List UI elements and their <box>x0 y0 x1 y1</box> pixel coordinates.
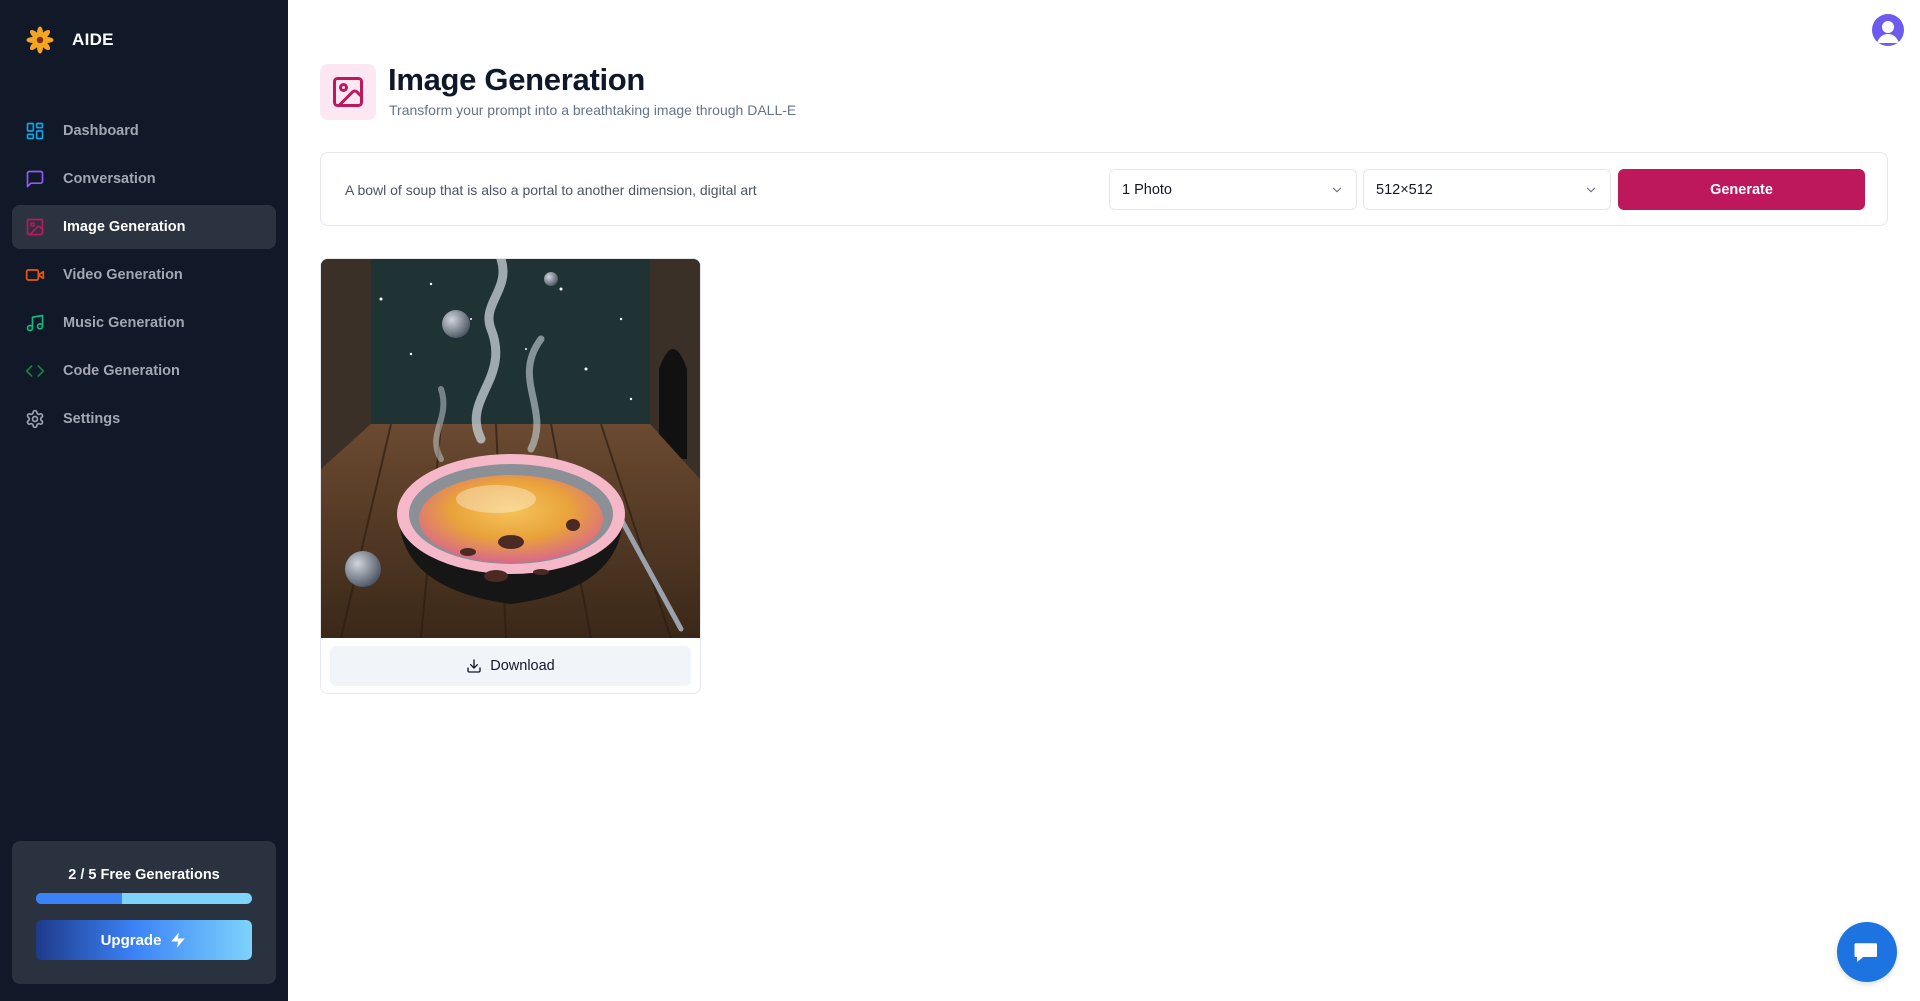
image-icon <box>333 77 363 107</box>
sidebar: AIDE Dashboard Conversation Image Genera… <box>0 0 288 1001</box>
resolution-select[interactable]: 512×512 <box>1363 169 1611 210</box>
sidebar-item-settings[interactable]: Settings <box>12 397 276 441</box>
support-chat-button[interactable] <box>1837 922 1897 982</box>
sidebar-item-label: Conversation <box>63 171 156 187</box>
generated-image[interactable] <box>321 259 700 638</box>
page-title: Image Generation <box>388 62 646 97</box>
amount-select[interactable]: 1 Photo <box>1109 169 1357 210</box>
sidebar-item-label: Settings <box>63 411 121 427</box>
download-button[interactable]: Download <box>330 646 691 686</box>
user-avatar-icon <box>1877 21 1899 43</box>
sidebar-item-conversation[interactable]: Conversation <box>12 157 276 201</box>
video-icon <box>25 269 45 281</box>
generate-button[interactable]: Generate <box>1618 169 1865 210</box>
sidebar-item-label: Dashboard <box>63 123 139 139</box>
sidebar-item-label: Video Generation <box>63 267 183 283</box>
user-avatar[interactable] <box>1872 14 1904 46</box>
brand[interactable]: AIDE <box>26 26 114 54</box>
settings-gear-icon <box>26 409 44 429</box>
amount-select-value: 1 Photo <box>1122 181 1172 198</box>
sidebar-item-video-generation[interactable]: Video Generation <box>12 253 276 297</box>
zap-icon <box>171 932 186 948</box>
download-label: Download <box>490 658 555 674</box>
sidebar-item-label: Music Generation <box>63 315 185 331</box>
chevron-down-icon <box>1332 187 1342 193</box>
sidebar-item-music-generation[interactable]: Music Generation <box>12 301 276 345</box>
image-icon <box>26 218 44 236</box>
message-square-icon <box>26 170 44 188</box>
sidebar-item-label: Image Generation <box>63 219 186 235</box>
free-generations-progress <box>36 893 252 904</box>
sidebar-item-code-generation[interactable]: Code Generation <box>12 349 276 393</box>
sidebar-item-label: Code Generation <box>63 363 180 379</box>
result-card: Download <box>320 258 701 694</box>
sidebar-item-image-generation[interactable]: Image Generation <box>12 205 276 249</box>
free-generations-counter: 2 / 5 Free Generations <box>68 867 220 883</box>
chat-bubble-icon <box>1854 943 1877 962</box>
free-generations-card: 2 / 5 Free Generations Upgrade <box>12 841 276 984</box>
upgrade-label: Upgrade <box>100 931 162 949</box>
code-icon <box>25 365 45 377</box>
app-name: AIDE <box>72 30 114 49</box>
layout-dashboard-icon <box>26 122 44 140</box>
sidebar-nav: Dashboard Conversation Image Generation … <box>12 109 276 445</box>
prompt-input[interactable] <box>345 173 1105 207</box>
page-subtitle: Transform your prompt into a breathtakin… <box>389 102 797 118</box>
sidebar-item-dashboard[interactable]: Dashboard <box>12 109 276 153</box>
generation-form: 1 Photo 512×512 Generate <box>320 152 1888 226</box>
resolution-select-value: 512×512 <box>1376 181 1433 198</box>
download-icon <box>467 659 481 673</box>
header-icon-box <box>320 64 376 120</box>
progress-fill <box>36 893 123 904</box>
music-icon <box>26 314 44 332</box>
flower-logo-icon <box>26 26 54 54</box>
upgrade-button[interactable]: Upgrade <box>36 920 252 960</box>
chevron-down-icon <box>1586 187 1596 193</box>
